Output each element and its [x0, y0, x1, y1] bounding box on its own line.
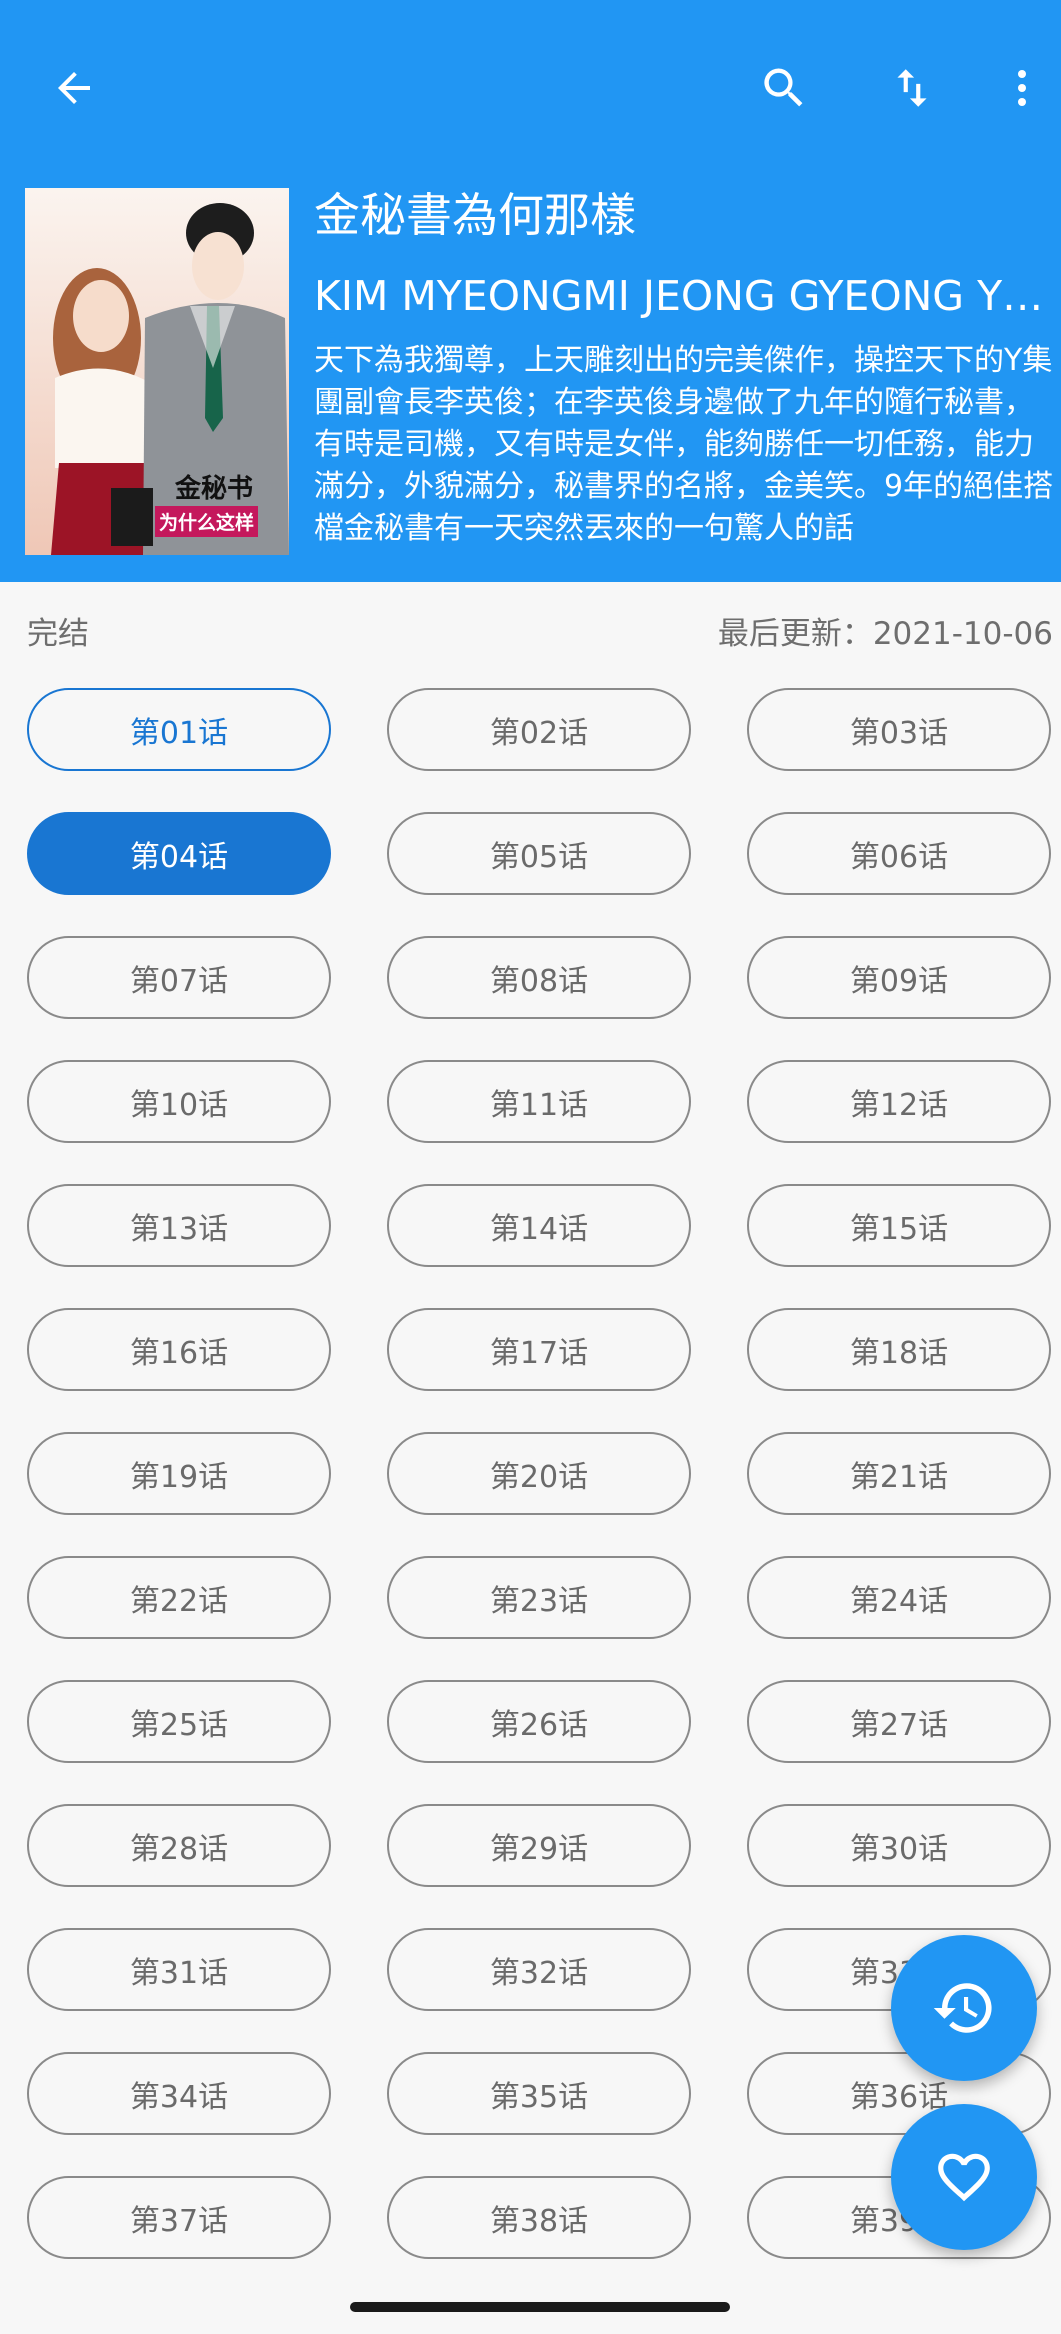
- chapter-label: 第03话: [849, 715, 949, 751]
- chapter-label: 第29话: [489, 1831, 589, 1867]
- chapter-label: 第05话: [489, 839, 589, 875]
- chapter-button[interactable]: 第10话: [27, 1060, 331, 1143]
- chapter-button[interactable]: 第06话: [747, 812, 1051, 895]
- chapter-button[interactable]: 第05话: [387, 812, 691, 895]
- chapter-button[interactable]: 第20话: [387, 1432, 691, 1515]
- chapter-button[interactable]: 第35话: [387, 2052, 691, 2135]
- chapter-label: 第02话: [489, 715, 589, 751]
- status-bar: [0, 0, 1061, 18]
- chapter-button[interactable]: 第30话: [747, 1804, 1051, 1887]
- chapter-label: 第08话: [489, 963, 589, 999]
- status-text: 完结: [27, 616, 89, 652]
- chapter-label: 第31话: [129, 1955, 229, 1991]
- chapter-button[interactable]: 第32话: [387, 1928, 691, 2011]
- history-button[interactable]: [891, 1935, 1037, 2081]
- chapter-label: 第26话: [489, 1707, 589, 1743]
- chapter-label: 第32话: [489, 1955, 589, 1991]
- comic-header: 金秘书 为什么这样 金秘書為何那樣 KIM MYEONGMI JEONG GYE…: [0, 0, 1061, 582]
- sort-swap-icon: [897, 69, 927, 107]
- chapter-label: 第34话: [129, 2079, 229, 2115]
- arrow-left-icon: [58, 72, 90, 104]
- chapter-button[interactable]: 第21话: [747, 1432, 1051, 1515]
- chapter-label: 第06话: [849, 839, 949, 875]
- chapter-button[interactable]: 第28话: [27, 1804, 331, 1887]
- chapter-label: 第14话: [489, 1211, 589, 1247]
- chapter-button[interactable]: 第31话: [27, 1928, 331, 2011]
- chapter-label: 第38话: [489, 2203, 589, 2239]
- chapter-button[interactable]: 第02话: [387, 688, 691, 771]
- chapter-button[interactable]: 第04话: [27, 812, 331, 895]
- chapter-button[interactable]: 第38话: [387, 2176, 691, 2259]
- chapter-button[interactable]: 第12话: [747, 1060, 1051, 1143]
- chapter-button[interactable]: 第19话: [27, 1432, 331, 1515]
- chapter-label: 第30话: [849, 1831, 949, 1867]
- chapter-button[interactable]: 第07话: [27, 936, 331, 1019]
- search-icon: [764, 68, 803, 107]
- more-vertical-icon: [1018, 70, 1026, 106]
- chapter-button[interactable]: 第22话: [27, 1556, 331, 1639]
- heart-icon: [938, 2153, 990, 2202]
- chapter-button[interactable]: 第13话: [27, 1184, 331, 1267]
- comic-title: 金秘書為何那樣: [314, 188, 636, 242]
- chapter-button[interactable]: 第18话: [747, 1308, 1051, 1391]
- favorite-button[interactable]: [891, 2104, 1037, 2250]
- comic-author: KIM MYEONGMI JEONG GYEONG YUN: [314, 272, 1044, 320]
- chapter-button[interactable]: 第08话: [387, 936, 691, 1019]
- chapter-button[interactable]: 第14话: [387, 1184, 691, 1267]
- chapter-label: 第22话: [129, 1583, 229, 1619]
- chapter-label: 第07话: [129, 963, 229, 999]
- chapter-label: 第04话: [129, 839, 229, 875]
- chapter-label: 第13话: [129, 1211, 229, 1247]
- chapter-button[interactable]: 第29话: [387, 1804, 691, 1887]
- comic-description[interactable]: 天下為我獨尊，上天雕刻出的完美傑作，操控天下的Y集團副會長李英俊；在李英俊身邊做…: [314, 340, 1054, 556]
- last-update-text: 最后更新：2021-10-06: [717, 616, 1053, 652]
- search-button[interactable]: [744, 48, 824, 128]
- chapter-label: 第15话: [849, 1211, 949, 1247]
- chapter-button[interactable]: 第03话: [747, 688, 1051, 771]
- chapter-label: 第35话: [489, 2079, 589, 2115]
- chapter-button[interactable]: 第26话: [387, 1680, 691, 1763]
- chapter-button[interactable]: 第01话: [27, 688, 331, 771]
- chapter-label: 第27话: [849, 1707, 949, 1743]
- chapter-label: 第36话: [849, 2079, 949, 2115]
- chapter-label: 第11话: [489, 1087, 589, 1123]
- chapter-button[interactable]: 第23话: [387, 1556, 691, 1639]
- chapter-label: 第17话: [489, 1335, 589, 1371]
- chapter-button[interactable]: 第16话: [27, 1308, 331, 1391]
- chapter-button[interactable]: 第17话: [387, 1308, 691, 1391]
- chapter-label: 第28话: [129, 1831, 229, 1867]
- cover-subtitle-text: 为什么这样: [155, 506, 259, 537]
- home-indicator: [350, 2302, 730, 2312]
- chapter-label: 第21话: [849, 1459, 949, 1495]
- chapter-label: 第37话: [129, 2203, 229, 2239]
- chapter-button[interactable]: 第37话: [27, 2176, 331, 2259]
- chapter-button[interactable]: 第25话: [27, 1680, 331, 1763]
- info-row: 完结 最后更新：2021-10-06: [0, 582, 1061, 678]
- history-icon: [933, 1983, 992, 2033]
- chapter-button[interactable]: 第09话: [747, 936, 1051, 1019]
- comic-cover-image[interactable]: 金秘书 为什么这样: [25, 188, 289, 555]
- more-options-button[interactable]: [982, 48, 1061, 128]
- chapter-label: 第23话: [489, 1583, 589, 1619]
- chapter-label: 第18话: [849, 1335, 949, 1371]
- chapter-label: 第10话: [129, 1087, 229, 1123]
- chapter-button[interactable]: 第11话: [387, 1060, 691, 1143]
- chapter-label: 第01话: [129, 715, 229, 751]
- chapter-label: 第19话: [129, 1459, 229, 1495]
- chapter-label: 第16话: [129, 1335, 229, 1371]
- chapter-button[interactable]: 第34话: [27, 2052, 331, 2135]
- chapter-label: 第20话: [489, 1459, 589, 1495]
- cover-title-text: 金秘书: [175, 474, 254, 504]
- chapter-label: 第09话: [849, 963, 949, 999]
- chapter-button[interactable]: 第24话: [747, 1556, 1051, 1639]
- chapter-label: 第24话: [849, 1583, 949, 1619]
- chapter-label: 第25话: [129, 1707, 229, 1743]
- chapter-button[interactable]: 第27话: [747, 1680, 1051, 1763]
- sort-button[interactable]: [872, 48, 952, 128]
- chapter-label: 第12话: [849, 1087, 949, 1123]
- back-button[interactable]: [34, 48, 114, 128]
- chapter-button[interactable]: 第15话: [747, 1184, 1051, 1267]
